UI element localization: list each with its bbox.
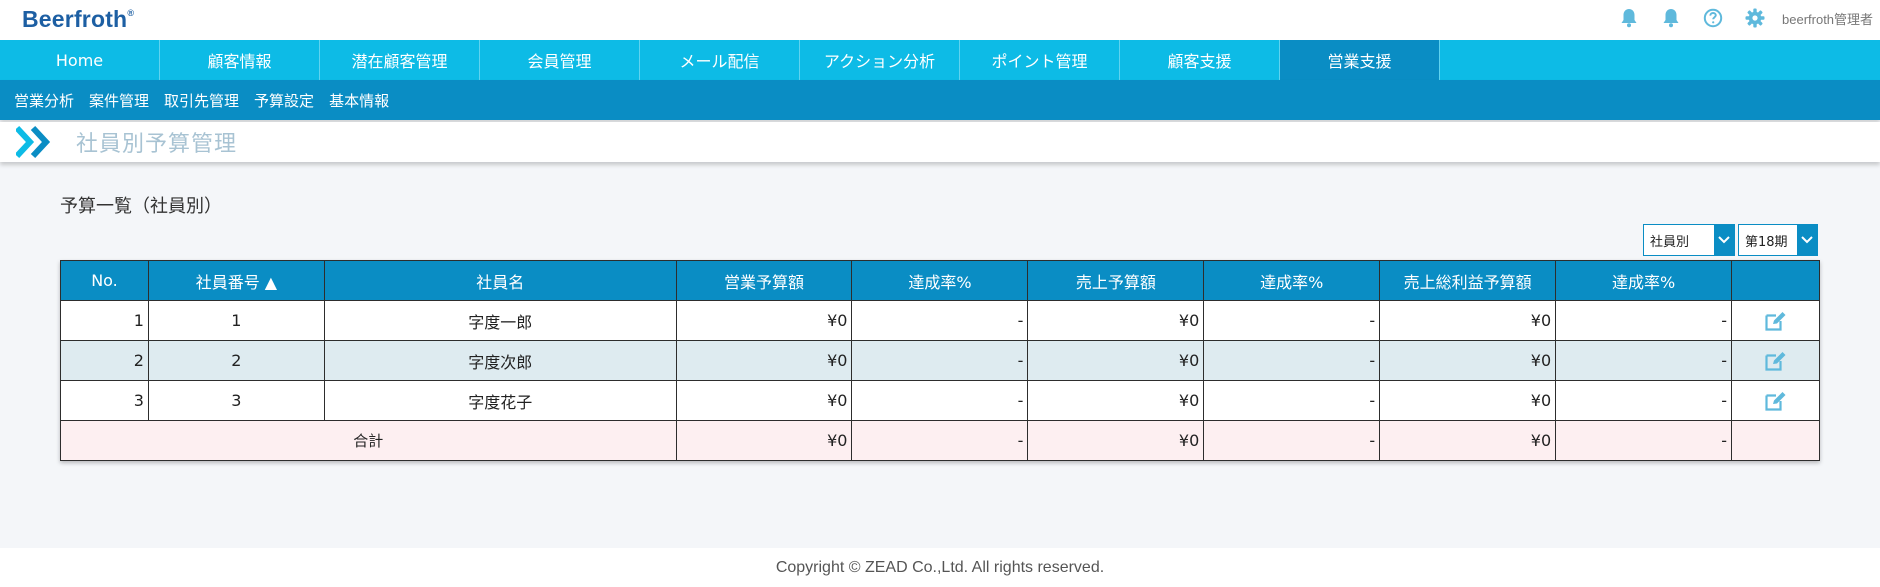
- bell-icon[interactable]: [1616, 5, 1642, 31]
- column-header-profit-rate: 達成率%: [1555, 260, 1733, 301]
- column-header-edit: [1731, 260, 1820, 301]
- footer: Copyright © ZEAD Co.,Ltd. All rights res…: [0, 548, 1880, 587]
- cell-name: 字度次郎: [323, 340, 677, 381]
- nav-item-points[interactable]: ポイント管理: [960, 40, 1120, 80]
- total-sales-budget: ¥0: [675, 420, 853, 461]
- nav-item-sales-support[interactable]: 営業支援: [1280, 40, 1440, 80]
- nav-item-prospects[interactable]: 潜在顧客管理: [320, 40, 480, 80]
- page-title-bar: 社員別予算管理: [0, 122, 1880, 162]
- gear-icon[interactable]: [1742, 5, 1768, 31]
- cell-no: 3: [60, 380, 149, 421]
- column-header-profit-budget: 売上総利益予算額: [1379, 260, 1557, 301]
- cell-edit: [1731, 380, 1820, 421]
- nav-item-mail[interactable]: メール配信: [640, 40, 800, 80]
- subnav-item-budget[interactable]: 予算設定: [254, 90, 314, 111]
- copyright-text: Copyright © ZEAD Co.,Ltd. All rights res…: [775, 558, 1105, 576]
- cell-no: 1: [60, 300, 149, 341]
- column-header-name: 社員名: [323, 260, 677, 301]
- cell-revenue-budget: ¥0: [1027, 380, 1205, 421]
- total-revenue-rate: -: [1203, 420, 1381, 461]
- header-icons: beerfroth管理者: [1600, 0, 1880, 36]
- logo-mark: ®: [127, 8, 135, 18]
- help-icon[interactable]: [1700, 5, 1726, 31]
- nav-item-customer-support[interactable]: 顧客支援: [1120, 40, 1280, 80]
- cell-profit-budget: ¥0: [1379, 340, 1557, 381]
- column-header-revenue-budget: 売上予算額: [1027, 260, 1205, 301]
- cell-emp-no: 2: [147, 340, 325, 381]
- total-revenue-budget: ¥0: [1027, 420, 1205, 461]
- table-row: 2 2 字度次郎 ¥0 - ¥0 - ¥0 -: [60, 340, 1820, 381]
- cell-profit-rate: -: [1555, 340, 1733, 381]
- column-header-no: No.: [60, 260, 149, 301]
- double-chevron-icon: [16, 125, 51, 159]
- subnav-item-deals[interactable]: 案件管理: [89, 90, 149, 111]
- table-total-row: 合計 ¥0 - ¥0 - ¥0 -: [60, 420, 1820, 461]
- edit-icon[interactable]: [1764, 311, 1787, 331]
- period-select[interactable]: 第18期: [1738, 224, 1818, 256]
- logo-text: Beerfroth: [22, 6, 128, 32]
- subnav-item-clients[interactable]: 取引先管理: [164, 90, 239, 111]
- subnav-item-sales-analysis[interactable]: 営業分析: [14, 90, 74, 111]
- cell-emp-no: 3: [147, 380, 325, 421]
- cell-profit-rate: -: [1555, 380, 1733, 421]
- nav-item-home[interactable]: Home: [0, 40, 160, 80]
- cell-name: 字度一郎: [323, 300, 677, 341]
- nav-item-action-analysis[interactable]: アクション分析: [800, 40, 960, 80]
- cell-emp-no: 1: [147, 300, 325, 341]
- sub-nav: 営業分析 案件管理 取引先管理 予算設定 基本情報: [0, 80, 1880, 120]
- cell-profit-budget: ¥0: [1379, 300, 1557, 341]
- cell-profit-budget: ¥0: [1379, 380, 1557, 421]
- cell-revenue-budget: ¥0: [1027, 300, 1205, 341]
- cell-profit-rate: -: [1555, 300, 1733, 341]
- cell-sales-rate: -: [851, 300, 1029, 341]
- total-profit-rate: -: [1555, 420, 1733, 461]
- total-sales-rate: -: [851, 420, 1029, 461]
- cell-edit: [1731, 300, 1820, 341]
- nav-item-members[interactable]: 会員管理: [480, 40, 640, 80]
- cell-sales-budget: ¥0: [675, 300, 853, 341]
- user-name[interactable]: beerfroth管理者: [1782, 9, 1880, 28]
- cell-revenue-rate: -: [1203, 300, 1381, 341]
- column-header-sales-rate: 達成率%: [851, 260, 1029, 301]
- chevron-down-icon: [1714, 225, 1734, 255]
- subnav-item-basic-info[interactable]: 基本情報: [329, 90, 389, 111]
- column-header-sales-budget: 営業予算額: [675, 260, 853, 301]
- total-edit-empty: [1731, 420, 1820, 461]
- budget-table: No. 社員番号 ▲ 社員名 営業予算額 達成率% 売上予算額 達成率% 売上総…: [60, 260, 1820, 461]
- cell-sales-rate: -: [851, 380, 1029, 421]
- table-row: 1 1 字度一郎 ¥0 - ¥0 - ¥0 -: [60, 300, 1820, 341]
- column-header-revenue-rate: 達成率%: [1203, 260, 1381, 301]
- cell-name: 字度花子: [323, 380, 677, 421]
- bell-icon[interactable]: [1658, 5, 1684, 31]
- period-select-value: 第18期: [1745, 234, 1788, 250]
- cell-sales-rate: -: [851, 340, 1029, 381]
- cell-edit: [1731, 340, 1820, 381]
- top-header: Beerfroth® beerfroth管理者: [0, 0, 1880, 40]
- cell-revenue-rate: -: [1203, 380, 1381, 421]
- cell-revenue-rate: -: [1203, 340, 1381, 381]
- column-header-emp-no[interactable]: 社員番号 ▲: [147, 260, 325, 301]
- total-label: 合計: [60, 420, 677, 461]
- cell-sales-budget: ¥0: [675, 380, 853, 421]
- table-row: 3 3 字度花子 ¥0 - ¥0 - ¥0 -: [60, 380, 1820, 421]
- table-header-row: No. 社員番号 ▲ 社員名 営業予算額 達成率% 売上予算額 達成率% 売上総…: [60, 260, 1820, 301]
- total-profit-budget: ¥0: [1379, 420, 1557, 461]
- page-title: 社員別予算管理: [76, 132, 238, 157]
- edit-icon[interactable]: [1764, 351, 1787, 371]
- section-title: 予算一覧（社員別）: [60, 196, 222, 217]
- chevron-down-icon: [1797, 225, 1817, 255]
- main-nav: Home 顧客情報 潜在顧客管理 会員管理 メール配信 アクション分析 ポイント…: [0, 40, 1880, 80]
- edit-icon[interactable]: [1764, 391, 1787, 411]
- cell-no: 2: [60, 340, 149, 381]
- cell-sales-budget: ¥0: [675, 340, 853, 381]
- view-select[interactable]: 社員別: [1643, 224, 1735, 256]
- nav-item-customer-info[interactable]: 顧客情報: [160, 40, 320, 80]
- view-select-value: 社員別: [1650, 234, 1690, 250]
- logo[interactable]: Beerfroth®: [22, 6, 134, 33]
- cell-revenue-budget: ¥0: [1027, 340, 1205, 381]
